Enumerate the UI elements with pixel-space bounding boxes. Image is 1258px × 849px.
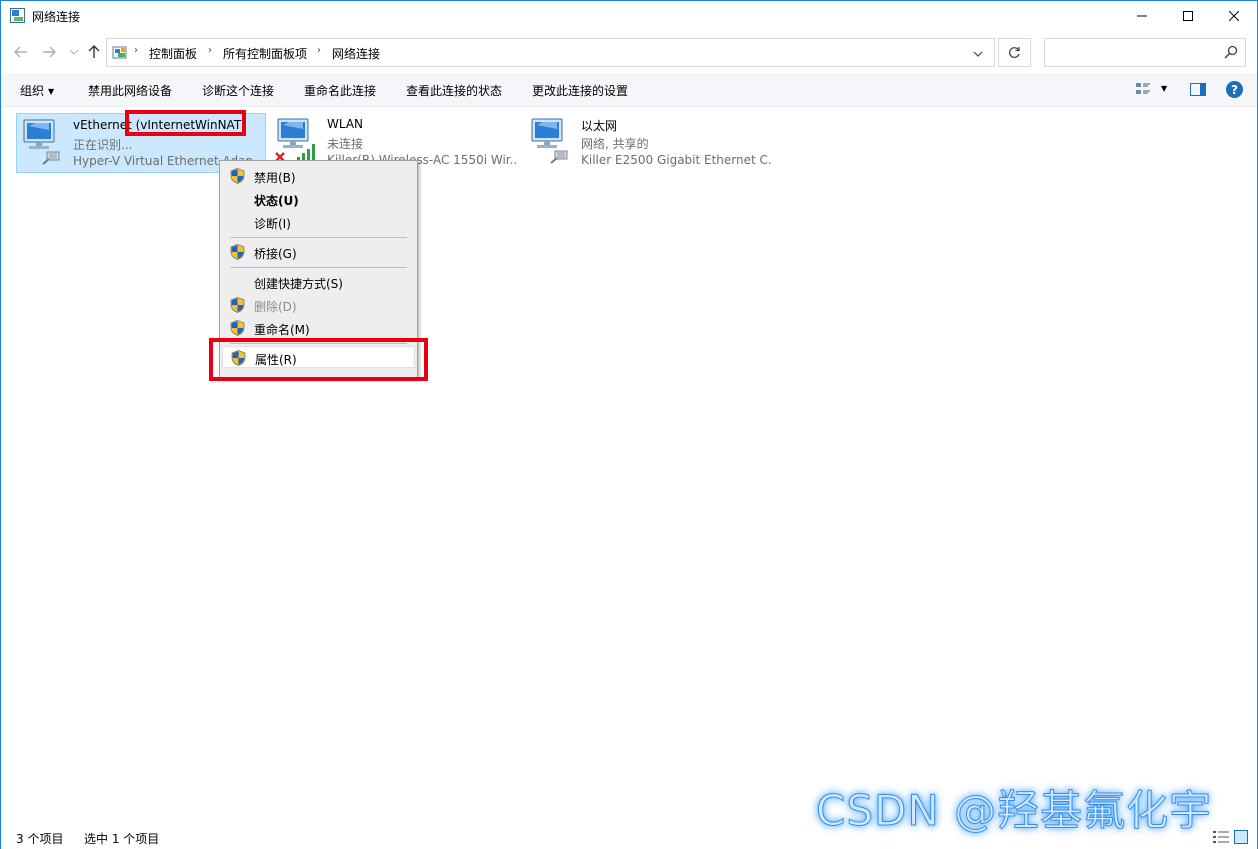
- menu-item-label: 诊断(I): [254, 217, 291, 231]
- menu-item-diagnose[interactable]: 诊断(I): [222, 211, 415, 233]
- connection-adapter: Killer E2500 Gigabit Ethernet C...: [581, 153, 771, 167]
- recent-locations-button[interactable]: [64, 42, 84, 62]
- diagnose-connection-button[interactable]: 诊断这个连接: [202, 82, 274, 99]
- connection-status: 网络, 共享的: [581, 137, 649, 151]
- refresh-icon: [1008, 47, 1020, 58]
- help-icon[interactable]: ?: [1226, 81, 1243, 98]
- refresh-button[interactable]: [998, 38, 1031, 67]
- menu-item-label: 重命名(M): [254, 323, 310, 337]
- maximize-icon: [1183, 11, 1193, 21]
- network-adapter-icon: [531, 118, 568, 164]
- connection-name: 以太网: [581, 119, 618, 133]
- organize-label: 组织: [20, 84, 45, 98]
- tiles-view-icon[interactable]: [1234, 830, 1248, 844]
- command-bar: 组织 ▼ 禁用此网络设备 诊断这个连接 重命名此连接 查看此连接的状态 更改此连接…: [1, 73, 1257, 107]
- arrow-left-icon: [14, 46, 27, 58]
- preview-pane-icon[interactable]: [1190, 83, 1206, 96]
- uac-shield-icon: [230, 320, 245, 336]
- connection-name: WLAN: [327, 117, 364, 131]
- uac-shield-icon: [230, 168, 245, 184]
- breadcrumb-item[interactable]: 网络连接: [332, 45, 380, 62]
- breadcrumb-item[interactable]: 控制面板: [149, 45, 197, 62]
- close-button[interactable]: [1211, 1, 1257, 31]
- address-bar[interactable]: › 控制面板 › 所有控制面板项 › 网络连接: [106, 38, 995, 67]
- breadcrumb-separator: ›: [208, 45, 212, 56]
- menu-item-label: 删除(D): [254, 300, 297, 314]
- menu-item-label: 禁用(B): [254, 171, 296, 185]
- menu-item-delete: 删除(D): [222, 294, 415, 316]
- view-status-button[interactable]: 查看此连接的状态: [406, 82, 502, 99]
- rename-connection-button[interactable]: 重命名此连接: [304, 82, 376, 99]
- menu-item-status[interactable]: 状态(U): [222, 188, 415, 210]
- chevron-down-icon: [70, 49, 78, 55]
- disable-device-button[interactable]: 禁用此网络设备: [88, 82, 172, 99]
- up-button[interactable]: [84, 42, 104, 62]
- menu-item-label: 创建快捷方式(S): [254, 277, 343, 291]
- organize-menu[interactable]: 组织 ▼: [20, 82, 54, 99]
- arrow-up-icon: [88, 45, 100, 58]
- minimize-button[interactable]: [1119, 1, 1165, 31]
- change-settings-button[interactable]: 更改此连接的设置: [532, 82, 628, 99]
- breadcrumb-separator: ›: [134, 45, 138, 56]
- menu-item-disable[interactable]: 禁用(B): [222, 165, 415, 187]
- menu-item-rename[interactable]: 重命名(M): [222, 317, 415, 339]
- menu-separator: [230, 267, 407, 268]
- properties-highlight-box: [209, 338, 428, 381]
- forward-button[interactable]: [39, 42, 59, 62]
- selected-count: 选中 1 个项目: [84, 832, 160, 846]
- menu-item-label: 桥接(G): [254, 247, 297, 261]
- uac-shield-icon: [230, 244, 245, 260]
- control-panel-icon: [112, 46, 127, 59]
- name-highlight-box: [125, 110, 246, 136]
- network-adapter-icon: [23, 119, 60, 165]
- menu-separator: [230, 237, 407, 238]
- arrow-right-icon: [43, 46, 56, 58]
- connections-list: vEthernet (vInternetWinNAT) 正在识别... Hype…: [1, 108, 1257, 825]
- title-bar: 网络连接: [1, 1, 1257, 31]
- uac-shield-icon: [230, 297, 245, 313]
- details-view-icon[interactable]: [1213, 831, 1229, 843]
- connection-status: 正在识别...: [73, 138, 133, 152]
- breadcrumb-separator: ›: [317, 45, 321, 56]
- address-row: › 控制面板 › 所有控制面板项 › 网络连接: [1, 31, 1257, 73]
- search-input[interactable]: [1044, 38, 1246, 67]
- network-connections-icon: [10, 8, 25, 23]
- window-title: 网络连接: [32, 10, 81, 24]
- caret-down-icon: ▼: [48, 87, 55, 96]
- item-count: 3 个项目: [16, 832, 64, 846]
- maximize-button[interactable]: [1165, 1, 1211, 31]
- breadcrumb-item[interactable]: 所有控制面板项: [223, 45, 307, 62]
- explorer-window: 网络连接 › 控制面板 › 所有控制面板项 › 网络连接 组织 ▼ 禁用此网络设…: [0, 0, 1258, 849]
- menu-item-label: 状态(U): [254, 194, 299, 208]
- change-view-icon[interactable]: [1135, 81, 1151, 97]
- menu-item-bridge[interactable]: 桥接(G): [222, 241, 415, 263]
- minimize-icon: [1137, 15, 1147, 17]
- back-button[interactable]: [11, 42, 31, 62]
- connection-item-ethernet[interactable]: 以太网 网络, 共享的 Killer E2500 Gigabit Etherne…: [525, 113, 775, 173]
- close-icon: [1229, 11, 1239, 21]
- address-history-chevron-down-icon[interactable]: [973, 47, 983, 61]
- watermark: CSDN @羟基氟化宇: [815, 786, 1213, 836]
- menu-item-create-shortcut[interactable]: 创建快捷方式(S): [222, 271, 415, 293]
- search-icon: [1224, 45, 1238, 59]
- connection-status: 未连接: [327, 137, 364, 151]
- view-options-caret-down-icon[interactable]: ▼: [1161, 84, 1167, 93]
- wifi-adapter-disconnected-icon: [275, 118, 315, 163]
